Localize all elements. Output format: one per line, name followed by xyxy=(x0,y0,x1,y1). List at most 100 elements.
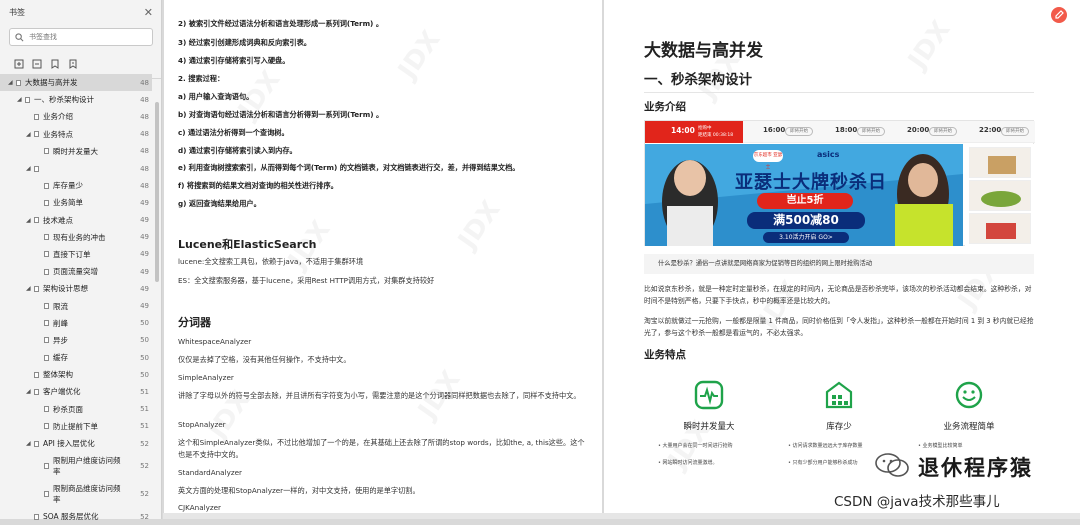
analyzer-desc: 仅仅是去掉了空格，没有其他任何操作，不支持中文。 xyxy=(178,355,351,364)
promo-title: 亚瑟士大牌秒杀日 xyxy=(735,172,887,193)
close-icon[interactable]: ✕ xyxy=(144,6,153,19)
toc-item-page: 48 xyxy=(140,130,149,139)
expand-arrow-icon[interactable]: ◢ xyxy=(26,440,31,447)
toc-item-label: 限制用户维度访问频率 xyxy=(53,456,121,477)
analyzer-name: StopAnalyzer xyxy=(178,420,226,429)
bookmark-icon xyxy=(44,406,49,413)
toc-item[interactable]: 异步 50 xyxy=(0,332,152,349)
wechat-logo-icon xyxy=(874,452,910,478)
toc-item-label: 限制商品维度访问频率 xyxy=(53,484,121,505)
toc-item[interactable]: ◢ 大数据与高并发 48 xyxy=(0,74,152,92)
expand-arrow-icon[interactable]: ◢ xyxy=(8,79,13,86)
source-overlay-name: 退休程序猿 xyxy=(918,456,1033,480)
search-step: g) 返回查询结果给用户。 xyxy=(178,199,261,208)
expand-arrow-icon[interactable]: ◢ xyxy=(26,388,31,395)
bookmark-icon xyxy=(25,96,30,103)
search-step: a) 用户输入查询语句。 xyxy=(178,92,254,101)
bookmark-icon xyxy=(34,388,39,395)
toc-item[interactable]: ◢ 客户端优化 51 xyxy=(0,383,152,400)
sidebar-scrollbar[interactable] xyxy=(154,74,160,514)
bookmark-search-input[interactable] xyxy=(29,33,139,41)
sidebar-scroll-thumb[interactable] xyxy=(155,102,159,282)
toc-item-page: 49 xyxy=(140,233,149,242)
slot-time: 22:00 xyxy=(979,126,1002,134)
paragraph: lucene:全文搜索工具包，依赖于java，不适用于集群环境 xyxy=(178,257,364,266)
current-slot-countdown: 距结束 00:38:18 xyxy=(698,133,734,138)
warehouse-icon xyxy=(824,380,854,410)
bookmark-icon xyxy=(34,440,39,447)
product-card xyxy=(969,213,1031,244)
toc-item-label: SOA 服务层优化 xyxy=(43,512,99,522)
toc-item[interactable]: 秒杀页面 51 xyxy=(0,401,152,418)
heading-rule xyxy=(644,92,1034,93)
toc-item-page: 49 xyxy=(140,284,149,293)
toc-item-label: 直接下订单 xyxy=(53,249,91,259)
toc-item[interactable]: ◢ API 接入层优化 52 xyxy=(0,435,152,452)
collapse-all-icon[interactable] xyxy=(32,54,42,69)
section-heading-intro: 业务介绍 xyxy=(644,101,686,113)
toc-item-label: 业务特点 xyxy=(43,129,73,139)
toc-item-page: 51 xyxy=(140,422,149,431)
toc-item-page: 52 xyxy=(140,462,149,471)
add-bookmark-icon[interactable] xyxy=(50,54,60,69)
promo-badge: 京东超市 亚瑟士 xyxy=(753,150,783,170)
paragraph: ES：全文搜索服务器，基于lucene，采用Rest HTTP调用方式，对集群支… xyxy=(178,276,435,285)
search-step: f) 将搜索到的结果文档对查询的相关性进行排序。 xyxy=(178,181,338,190)
toc-item-label: 秒杀页面 xyxy=(53,404,83,414)
bookmark-icon xyxy=(34,285,39,292)
bookmark-search-box[interactable] xyxy=(9,28,153,46)
bookmark-icon xyxy=(34,131,39,138)
toc-item[interactable]: 整体架构 50 xyxy=(0,366,152,383)
expand-arrow-icon[interactable]: ◢ xyxy=(17,96,22,103)
toc-item[interactable]: 限制用户维度访问频率 52 xyxy=(0,452,152,480)
toc-item-page: 51 xyxy=(140,405,149,414)
toc-item[interactable]: 限流 49 xyxy=(0,297,152,314)
toc-item[interactable]: SOA 服务层优化 52 xyxy=(0,508,152,525)
search-icon xyxy=(15,32,24,41)
toc-item[interactable]: ◢ 技术难点 49 xyxy=(0,212,152,229)
toc-item[interactable]: 现有业务的冲击 49 xyxy=(0,229,152,246)
toc-item[interactable]: ◢ 一、秒杀架构设计 48 xyxy=(0,91,152,108)
expand-all-icon[interactable] xyxy=(14,54,24,69)
toc-item[interactable]: 限制商品维度访问频率 52 xyxy=(0,480,152,508)
sidebar-header: 书签 ✕ xyxy=(0,0,161,24)
toc-item[interactable]: 瞬时并发量大 48 xyxy=(0,143,152,160)
image-caption: 什么是秒杀？通俗一点讲就是网络商家为促销等目的组织的网上限时抢购活动 xyxy=(644,254,1034,274)
toc-item[interactable]: 页面流量突增 49 xyxy=(0,263,152,280)
bookmark-icon xyxy=(34,217,39,224)
expand-arrow-icon[interactable]: ◢ xyxy=(26,165,31,172)
toc-item-page: 48 xyxy=(140,78,149,87)
toc-item[interactable]: 缓存 50 xyxy=(0,349,152,366)
toc-item[interactable]: 业务简单 49 xyxy=(0,194,152,211)
bookmark-icon xyxy=(16,79,21,86)
horizontal-scrollbar[interactable] xyxy=(163,513,1080,519)
edit-fab-icon[interactable] xyxy=(1051,7,1067,23)
toc-item[interactable]: 防止提前下单 51 xyxy=(0,418,152,435)
bookmark-icon xyxy=(34,371,39,378)
index-step: 2) 被索引文件经过语法分析和语言处理形成一系列词(Term) 。 xyxy=(178,19,384,28)
toc-item[interactable]: ◢ 架构设计思想 49 xyxy=(0,280,152,297)
toc-item[interactable]: 削峰 50 xyxy=(0,315,152,332)
expand-arrow-icon[interactable]: ◢ xyxy=(26,285,31,292)
toc-item[interactable]: 业务介绍 48 xyxy=(0,108,152,125)
index-step: 3) 经过索引创建形成词典和反向索引表。 xyxy=(178,38,311,47)
promo-banner: 京东超市 亚瑟士 asics 亚瑟士大牌秒杀日 岂止5折 满500减80 3.1… xyxy=(645,144,963,246)
toc-item[interactable]: 直接下订单 49 xyxy=(0,246,152,263)
expand-arrow-icon[interactable]: ◢ xyxy=(26,217,31,224)
bookmark-options-icon[interactable] xyxy=(68,54,78,69)
toc-item-page: 48 xyxy=(140,164,149,173)
analyzer-name: SimpleAnalyzer xyxy=(178,373,234,382)
bookmark-icon xyxy=(34,165,39,172)
toc-item-label: 技术难点 xyxy=(43,215,73,225)
expand-arrow-icon[interactable]: ◢ xyxy=(26,131,31,138)
slot-label: 即将开始 xyxy=(929,127,957,136)
analyzer-desc: 英文方面的处理和StopAnalyzer一样的，对中文支持，使用的是单字切割。 xyxy=(178,486,420,495)
section-heading-analyzer: 分词器 xyxy=(178,316,211,329)
toc-item[interactable]: 库存量少 48 xyxy=(0,177,152,194)
current-slot-status: 抢购中 xyxy=(698,126,712,131)
toc-item[interactable]: ◢ 48 xyxy=(0,160,152,177)
feature-title: 瞬时并发量大 xyxy=(683,422,735,432)
promo-offer: 满500减80 xyxy=(747,212,865,229)
toc-item-label: 异步 xyxy=(53,335,68,345)
toc-item[interactable]: ◢ 业务特点 48 xyxy=(0,126,152,143)
